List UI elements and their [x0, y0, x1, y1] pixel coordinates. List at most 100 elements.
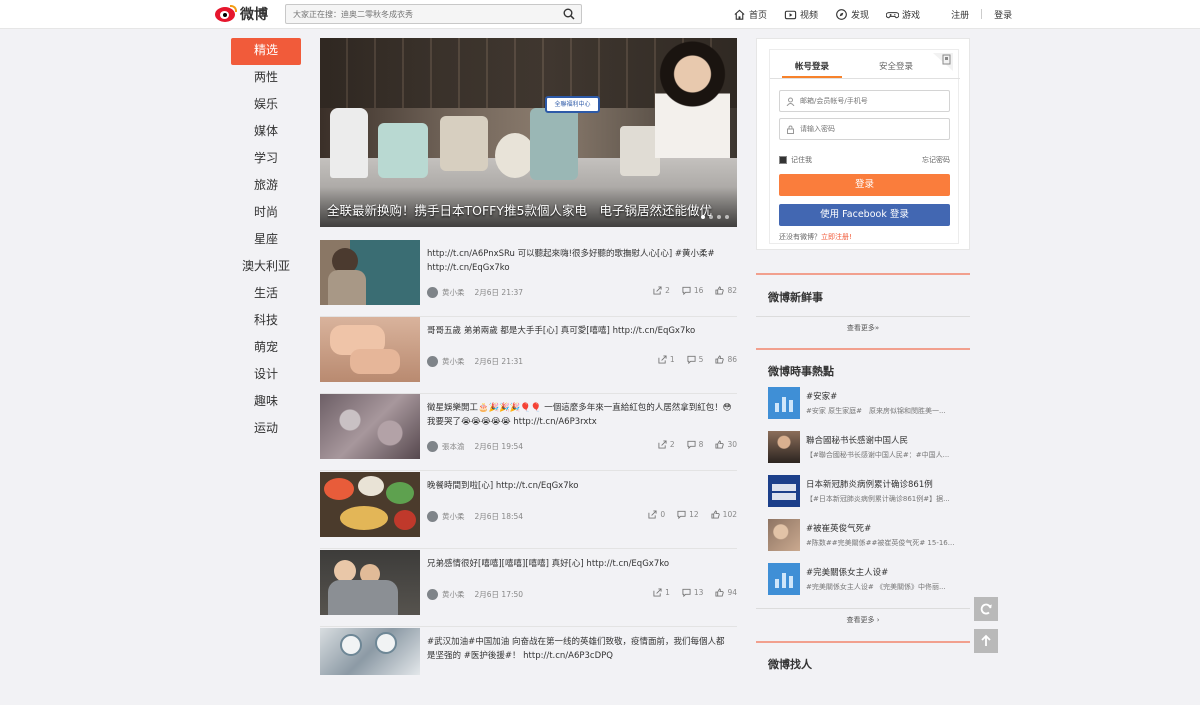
post-author[interactable]: 黄小柔: [442, 511, 465, 522]
post-author[interactable]: 張本渝: [442, 441, 465, 452]
avatar[interactable]: [427, 510, 438, 522]
comment-button[interactable]: 16: [682, 286, 703, 295]
nav-video[interactable]: 视频: [784, 8, 818, 21]
hot-topic-item[interactable]: #安家# #安家 原生家庭# 原来房似锦和閔胜美一...: [768, 387, 958, 420]
nav-home[interactable]: 首页: [733, 8, 767, 21]
post-author[interactable]: 黄小柔: [442, 287, 465, 298]
post-thumbnail[interactable]: [320, 317, 420, 382]
avatar[interactable]: [427, 355, 438, 367]
hot-topic-title: #被崔英俊气死#: [806, 524, 872, 534]
hot-topic-item[interactable]: 聯合國秘书长感谢中国人民 【#聯合國秘书长感谢中国人民#：#中国人...: [768, 431, 958, 464]
search-icon[interactable]: [563, 8, 575, 20]
category-item-horoscope[interactable]: 星座: [231, 227, 301, 254]
share-count: 1: [665, 588, 670, 597]
category-item-media[interactable]: 媒体: [231, 119, 301, 146]
category-item-study[interactable]: 学习: [231, 146, 301, 173]
tab-secure-login[interactable]: 安全登录: [879, 60, 913, 72]
hot-topic-item[interactable]: #被崔英俊气死# #陈数##完美關係##被崔英俊气死# 15-16...: [768, 519, 958, 552]
carousel-dot[interactable]: [725, 215, 729, 219]
hero-caption: 全联最新换购！携手日本TOFFY推5款個人家电 电子锅居然还能做优: [327, 203, 712, 218]
comment-button[interactable]: 8: [687, 440, 703, 449]
register-link[interactable]: 注册: [951, 8, 969, 21]
share-button[interactable]: 2: [658, 440, 675, 449]
like-button[interactable]: 30: [715, 440, 737, 449]
like-button[interactable]: 82: [715, 286, 737, 295]
hot-topic-item[interactable]: #完美關係女主人设# #完美關係女主人设# 《完美關係》中佟丽...: [768, 563, 958, 596]
remember-me-label[interactable]: 记住我: [791, 155, 812, 165]
no-account-text: 还没有微博？: [779, 233, 821, 241]
login-link[interactable]: 登录: [994, 8, 1012, 21]
like-count: 82: [727, 286, 737, 295]
nav-discover[interactable]: 发现: [835, 8, 869, 21]
avatar[interactable]: [427, 588, 438, 600]
category-item-fashion[interactable]: 时尚: [231, 200, 301, 227]
post-thumbnail[interactable]: [320, 472, 420, 537]
back-to-top-button[interactable]: [974, 629, 998, 653]
remember-me-checkbox[interactable]: [779, 156, 787, 164]
category-item-gender[interactable]: 两性: [231, 65, 301, 92]
weibo-logo[interactable]: 微博: [215, 4, 268, 24]
weibo-logo-icon: [215, 5, 237, 23]
category-item-entertainment[interactable]: 娱乐: [231, 92, 301, 119]
hot-topic-title: #完美關係女主人设#: [806, 568, 889, 578]
category-item-australia[interactable]: 澳大利亚: [231, 254, 301, 281]
facebook-login-button[interactable]: 使用 Facebook 登录: [779, 204, 950, 226]
nav-game[interactable]: 游戏: [886, 8, 920, 21]
username-input[interactable]: [800, 93, 945, 109]
see-more-link[interactable]: 查看更多 ›: [756, 615, 970, 625]
avatar[interactable]: [427, 286, 438, 298]
comment-button[interactable]: 13: [682, 588, 703, 597]
post-text[interactable]: 徵星娛樂開工🎂🎉🎉🎉🎈🎈 一個這麼多年來一直給紅包的人居然拿到紅包！😳 我要哭了…: [427, 401, 732, 429]
post-thumbnail[interactable]: [320, 240, 420, 305]
carousel-dot[interactable]: [717, 215, 721, 219]
like-button[interactable]: 86: [715, 355, 737, 364]
avatar[interactable]: [427, 440, 438, 452]
like-button[interactable]: 94: [715, 588, 737, 597]
share-icon: [653, 588, 662, 597]
post-thumbnail[interactable]: [320, 394, 420, 459]
post-stats: 2 8 30: [658, 440, 737, 449]
category-item-pets[interactable]: 萌宠: [231, 335, 301, 362]
password-input[interactable]: [800, 121, 945, 137]
hero-banner[interactable]: 全聯福利中心 全联最新换购！携手日本TOFFY推5款個人家电 电子锅居然还能做优: [320, 38, 737, 227]
share-button[interactable]: 1: [658, 355, 675, 364]
register-now-link[interactable]: 立即注册!: [821, 233, 852, 241]
category-item-design[interactable]: 设计: [231, 362, 301, 389]
login-tabs: 帐号登录 安全登录: [770, 50, 960, 79]
carousel-dot[interactable]: [701, 215, 705, 219]
post-time: 2月6日 17:50: [474, 589, 524, 599]
post-thumbnail[interactable]: [320, 628, 420, 675]
category-item-sports[interactable]: 运动: [231, 416, 301, 443]
post-text[interactable]: #武汉加油#中国加油 向奋战在第一线的英雄们致敬，疫情面前，我们每個人都是坚强的…: [427, 635, 732, 663]
post-thumbnail[interactable]: [320, 550, 420, 615]
post-text[interactable]: 哥哥五歲 弟弟兩歲 都是大手手[心] 真可愛[嘻嘻] http://t.cn/E…: [427, 324, 732, 338]
category-item-travel[interactable]: 旅游: [231, 173, 301, 200]
post-author[interactable]: 黄小柔: [442, 589, 465, 600]
post-text[interactable]: http://t.cn/A6PnxSRu 可以聽起來嗨!很多好聽的歌撫慰人心[心…: [427, 247, 732, 275]
post-text[interactable]: 晚餐時間到啦[心] http://t.cn/EqGx7ko: [427, 479, 732, 493]
carousel-dot[interactable]: [709, 215, 713, 219]
comment-button[interactable]: 12: [677, 510, 699, 519]
qr-code-icon[interactable]: [933, 53, 953, 71]
refresh-button[interactable]: [974, 597, 998, 621]
login-button[interactable]: 登录: [779, 174, 950, 196]
tab-account-login[interactable]: 帐号登录: [795, 60, 829, 72]
post-stats: 1 13 94: [653, 588, 737, 597]
post-stats: 2 16 82: [653, 286, 737, 295]
forgot-password-link[interactable]: 忘记密码: [922, 155, 950, 165]
category-item-fun[interactable]: 趣味: [231, 389, 301, 416]
hot-topic-item[interactable]: 日本新冠肺炎病例累计确诊861例 【#日本新冠肺炎病例累计确诊861例#】据..…: [768, 475, 958, 508]
category-item-featured[interactable]: 精选: [231, 38, 301, 65]
post-author[interactable]: 黄小柔: [442, 356, 465, 367]
comment-button[interactable]: 5: [687, 355, 703, 364]
post-text[interactable]: 兄弟感情很好[嘻嘻][嘻嘻][嘻嘻] 真好[心] http://t.cn/EqG…: [427, 557, 732, 571]
category-item-life[interactable]: 生活: [231, 281, 301, 308]
category-item-tech[interactable]: 科技: [231, 308, 301, 335]
nav-discover-label: 发现: [851, 10, 870, 21]
share-button[interactable]: 0: [648, 510, 665, 519]
share-button[interactable]: 2: [653, 286, 670, 295]
share-button[interactable]: 1: [653, 588, 670, 597]
search-input[interactable]: [286, 5, 556, 23]
like-button[interactable]: 102: [711, 510, 737, 519]
see-more-link[interactable]: 查看更多»: [756, 323, 970, 333]
